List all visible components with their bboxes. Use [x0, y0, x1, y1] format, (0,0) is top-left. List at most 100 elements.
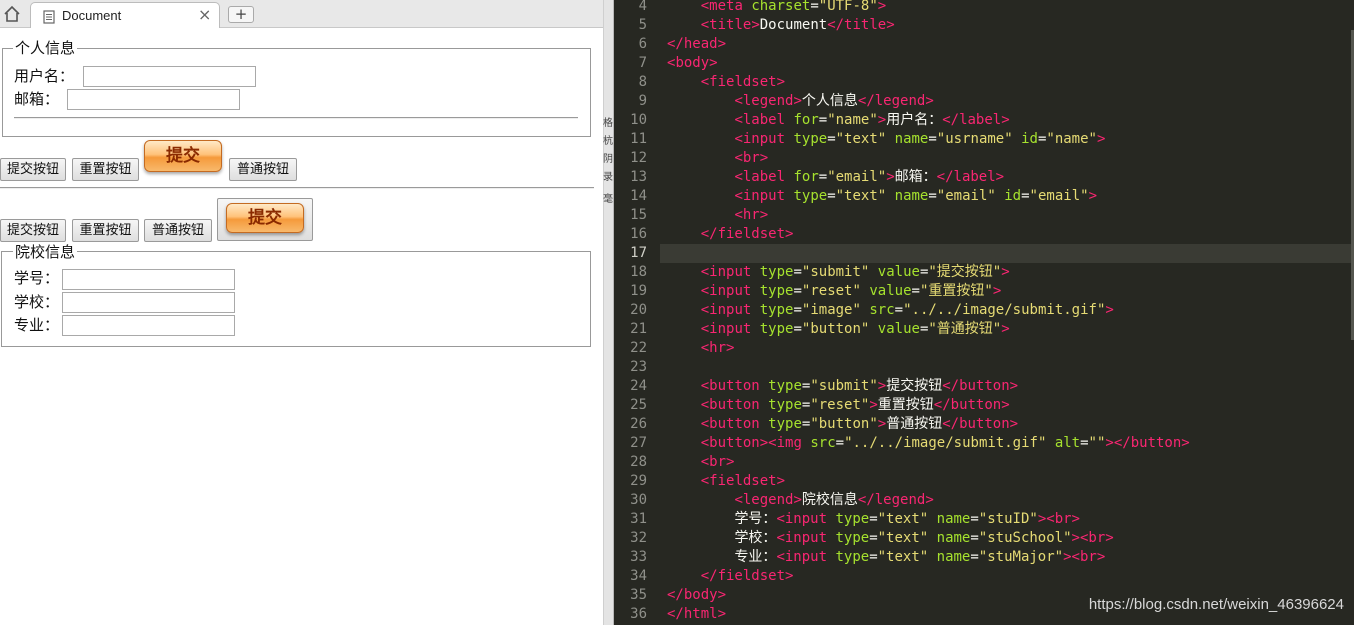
code-line[interactable]: <hr>: [667, 339, 735, 358]
code-line[interactable]: <meta charset="UTF-8">: [667, 0, 887, 16]
strip-glyph: 杭: [603, 136, 613, 146]
submit-button-element[interactable]: 提交按钮: [0, 219, 66, 242]
code-line[interactable]: <fieldset>: [667, 472, 785, 491]
code-token: </: [857, 492, 875, 508]
email-label[interactable]: 邮箱：: [14, 90, 59, 108]
code-token: button: [1130, 435, 1182, 451]
code-token: fieldset: [709, 473, 777, 489]
code-token: "text": [835, 188, 887, 204]
code-line[interactable]: <label for="email">邮箱：</label>: [667, 168, 1004, 187]
code-line[interactable]: <input type="button" value="普通按钮">: [667, 320, 1010, 339]
code-line[interactable]: <fieldset>: [667, 73, 785, 92]
school-info-legend: 院校信息: [13, 243, 78, 261]
code-token: button: [950, 397, 1002, 413]
code-line[interactable]: <hr>: [667, 206, 768, 225]
username-input[interactable]: [83, 66, 256, 87]
code-line[interactable]: <button type="reset">重置按钮</button>: [667, 396, 1010, 415]
code-line[interactable]: </html>: [667, 605, 726, 624]
code-token: input: [784, 530, 828, 546]
code-line[interactable]: <button><img src="../../image/submit.gif…: [667, 434, 1190, 453]
code-line[interactable]: <title>Document</title>: [667, 16, 895, 35]
code-line[interactable]: <input type="reset" value="重置按钮">: [667, 282, 1002, 301]
new-tab-button[interactable]: +: [228, 6, 254, 23]
code-token: button: [959, 378, 1010, 394]
code-line[interactable]: <input type="text" name="email" id="emai…: [667, 187, 1097, 206]
home-icon[interactable]: [2, 5, 22, 23]
image-submit-button[interactable]: 提交: [144, 140, 222, 172]
code-line[interactable]: <br>: [667, 149, 768, 168]
code-token: >: [1009, 378, 1019, 394]
submit-input-button[interactable]: 提交按钮: [0, 158, 66, 181]
code-editor[interactable]: 4 5 6 7 8 9 10 11 12 13 14 15 16 17 18 19 20 21 22 23 24 25 26…: [614, 0, 1354, 625]
code-token: 普通按钮: [886, 416, 943, 432]
email-input[interactable]: [67, 89, 240, 110]
code-token: meta: [709, 0, 743, 14]
code-token: name: [894, 131, 929, 147]
code-token: label: [742, 112, 786, 128]
reset-input-button[interactable]: 重置按钮: [72, 158, 139, 181]
code-line[interactable]: </fieldset>: [667, 567, 794, 586]
code-token: <: [734, 492, 743, 508]
code-line[interactable]: 学号：<input type="text" name="stuID"><br>: [667, 510, 1080, 529]
code-token: input: [742, 188, 786, 204]
code-token: "name": [1046, 131, 1097, 147]
code-token: >: [1001, 321, 1010, 337]
student-id-input[interactable]: [62, 269, 235, 290]
code-line[interactable]: <input type="submit" value="提交按钮">: [667, 263, 1010, 282]
line-number: 10: [630, 112, 647, 128]
line-number: 5: [638, 17, 647, 33]
reset-button-element[interactable]: 重置按钮: [72, 219, 139, 242]
code-token: br: [1088, 530, 1106, 546]
code-line[interactable]: <input type="text" name="usrname" id="na…: [667, 130, 1105, 149]
code-line[interactable]: 学校：<input type="text" name="stuSchool"><…: [667, 529, 1113, 548]
plain-button-element[interactable]: 普通按钮: [144, 219, 212, 242]
code-token: =: [827, 131, 836, 147]
personal-info-legend: 个人信息: [13, 39, 78, 57]
code-token: img: [776, 435, 802, 451]
strip-glyph: 格: [603, 118, 613, 128]
code-line[interactable]: <input type="image" src="../../image/sub…: [667, 301, 1114, 320]
code-token: "../../image/submit.gif": [844, 435, 1047, 451]
code-token: br: [1079, 549, 1097, 565]
code-line[interactable]: 专业：<input type="text" name="stuMajor"><b…: [667, 548, 1105, 567]
code-token: >: [776, 74, 786, 90]
split-divider[interactable]: [603, 0, 614, 625]
username-label[interactable]: 用户名：: [14, 67, 74, 85]
code-token: html: [683, 606, 718, 622]
tab-document[interactable]: Document ×: [30, 2, 220, 28]
code-token: value: [877, 264, 920, 280]
code-token: "stuSchool": [978, 530, 1072, 546]
code-token: button: [709, 435, 760, 451]
code-token: "submit": [810, 378, 878, 394]
line-number: 35: [630, 587, 647, 603]
code-line[interactable]: <legend>个人信息</legend>: [667, 92, 934, 111]
image-button-element[interactable]: 提交: [217, 198, 313, 241]
code-token: <: [700, 340, 710, 356]
code-line[interactable]: <button type="submit">提交按钮</button>: [667, 377, 1018, 396]
code-line[interactable]: <label for="name">用户名：</label>: [667, 111, 1009, 130]
code-token: button: [709, 397, 760, 413]
school-input[interactable]: [62, 292, 235, 313]
code-token: >: [925, 93, 934, 109]
close-icon[interactable]: ×: [198, 5, 211, 24]
code-line[interactable]: <legend>院校信息</legend>: [667, 491, 933, 510]
major-input[interactable]: [62, 315, 235, 336]
code-token: =: [869, 549, 878, 565]
line-number: 24: [630, 378, 647, 394]
code-token: value: [869, 283, 912, 299]
code-token: for: [793, 112, 819, 128]
code-line[interactable]: </body>: [667, 586, 726, 605]
code-token: input: [784, 549, 828, 565]
code-line[interactable]: </head>: [667, 35, 726, 54]
code-line[interactable]: </fieldset>: [667, 225, 794, 244]
code-line[interactable]: <body>: [667, 54, 718, 73]
code-line[interactable]: <br>: [667, 453, 735, 472]
code-line[interactable]: <button type="button">普通按钮</button>: [667, 415, 1018, 434]
code-token: <: [700, 435, 710, 451]
plain-input-button[interactable]: 普通按钮: [229, 158, 297, 181]
